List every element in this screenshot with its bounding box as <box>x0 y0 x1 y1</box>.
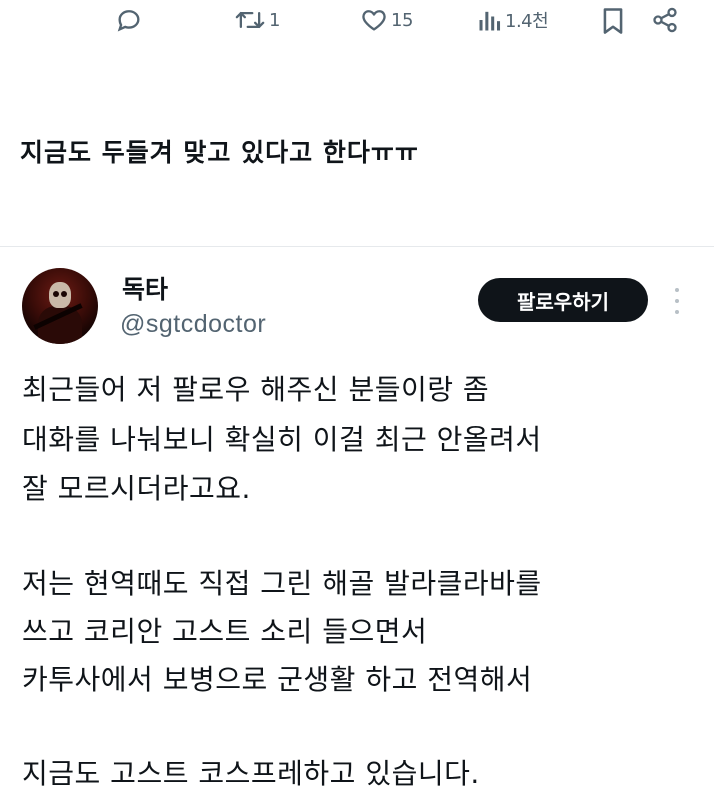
follow-button[interactable]: 팔로우하기 <box>478 278 648 322</box>
tweet-text-line: 카투사에서 보병으로 군생활 하고 전역해서 <box>22 663 533 696</box>
retweet-arrows-icon <box>235 12 265 28</box>
share-nodes-icon <box>653 7 677 33</box>
retweet-count: 1 <box>269 9 280 31</box>
view-count: 1.4천 <box>505 11 549 32</box>
share-button[interactable] <box>651 6 679 34</box>
tweet-text-line: 저는 현역때도 직접 그린 해골 발라클라바를 <box>22 567 542 600</box>
previous-tweet-text: 지금도 두들겨 맞고 있다고 한다ㅠㅠ <box>20 138 419 167</box>
more-dots-icon <box>675 288 679 292</box>
tweet-text-line: 지금도 고스트 코스프레하고 있습니다. <box>22 757 480 790</box>
more-options-button[interactable] <box>672 288 682 314</box>
views-button[interactable]: 1.4천 <box>478 6 549 34</box>
heart-icon <box>362 10 386 31</box>
retweet-button[interactable]: 1 <box>234 6 280 34</box>
author-handle[interactable]: @sgtcdoctor <box>120 310 266 339</box>
tweet-text-line: 쓰고 코리안 고스트 소리 들으면서 <box>22 615 428 648</box>
tweet-text-line: 잘 모르시더라고요. <box>22 472 251 505</box>
bookmark-icon <box>603 8 623 34</box>
bookmark-button[interactable] <box>600 6 626 36</box>
more-dot <box>675 299 679 303</box>
author-name[interactable]: 독타 <box>122 270 168 306</box>
bar-chart-icon <box>479 11 501 31</box>
like-count: 15 <box>391 9 413 31</box>
reply-button[interactable] <box>115 6 143 34</box>
tweet-text-line: 대화를 나눠보니 확실히 이걸 최근 안올려서 <box>22 423 542 456</box>
speech-bubble-icon <box>117 10 140 32</box>
tweet-text-line: 최근들어 저 팔로우 해주신 분들이랑 좀 <box>22 373 490 406</box>
tweet-divider <box>0 246 714 247</box>
avatar[interactable] <box>22 268 98 344</box>
like-button[interactable]: 15 <box>360 6 413 34</box>
tweet-action-bar: 1 15 1.4천 <box>0 0 714 44</box>
avatar-skull <box>49 282 71 308</box>
more-dot <box>675 310 679 314</box>
